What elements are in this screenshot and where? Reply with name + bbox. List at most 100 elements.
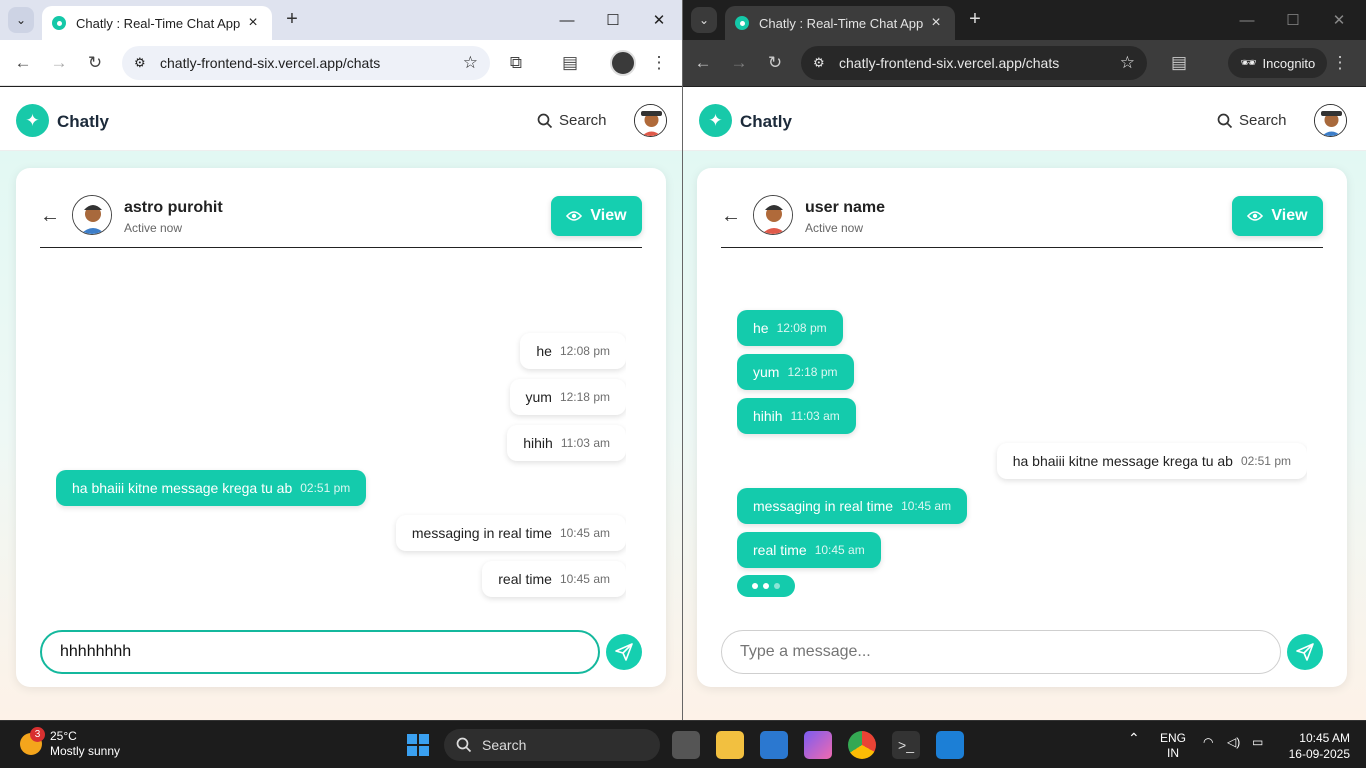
message-time: 10:45 am bbox=[559, 526, 610, 540]
side-panel-icon[interactable]: ▤ bbox=[1166, 50, 1192, 76]
maximize-button[interactable]: ☐ bbox=[590, 0, 636, 40]
tab-strip: ⌄ Chatly : Real-Time Chat App × + — ☐ ✕ bbox=[0, 0, 682, 40]
wifi-icon[interactable]: ◠ bbox=[1203, 735, 1213, 750]
tab-close-icon[interactable]: × bbox=[244, 14, 262, 32]
extensions-icon[interactable]: ⧉ bbox=[503, 50, 529, 76]
volume-icon[interactable]: ◁) bbox=[1227, 735, 1240, 750]
message-bubble: real time 10:45 am bbox=[737, 532, 881, 568]
forward-button[interactable]: → bbox=[46, 50, 72, 76]
maximize-button[interactable]: ☐ bbox=[1270, 0, 1316, 40]
back-button[interactable]: ← bbox=[690, 50, 716, 76]
chatly-logo-icon[interactable]: ✦ bbox=[16, 104, 49, 137]
message-input[interactable] bbox=[721, 630, 1281, 674]
chrome-icon[interactable] bbox=[848, 731, 876, 759]
search-link[interactable]: Search bbox=[537, 112, 607, 129]
view-profile-button[interactable]: View bbox=[551, 196, 642, 236]
weather-temp: 25°C bbox=[50, 729, 77, 743]
weather-desc: Mostly sunny bbox=[50, 744, 121, 758]
clock-time: 10:45 AM bbox=[1299, 731, 1350, 745]
contact-status: Active now bbox=[124, 221, 183, 235]
battery-icon[interactable]: ▭ bbox=[1252, 735, 1263, 750]
send-button[interactable] bbox=[1287, 634, 1323, 670]
search-icon bbox=[537, 113, 553, 128]
side-panel-icon[interactable]: ▤ bbox=[557, 50, 583, 76]
taskbar-search[interactable]: Search bbox=[444, 729, 660, 761]
app-viewport: ✦ Chatly Search ← astro purohit Active n… bbox=[0, 87, 682, 720]
language-indicator[interactable]: ENG IN bbox=[1160, 731, 1186, 761]
browser-toolbar: ← → ↻ ⚙ chatly-frontend-six.vercel.app/c… bbox=[683, 40, 1366, 86]
site-info-icon[interactable]: ⚙ bbox=[134, 55, 160, 71]
search-label: Search bbox=[559, 112, 607, 129]
terminal-icon[interactable]: >_ bbox=[892, 731, 920, 759]
browser-tab[interactable]: Chatly : Real-Time Chat App × bbox=[42, 6, 272, 40]
close-window-button[interactable]: ✕ bbox=[636, 0, 682, 40]
reload-button[interactable]: ↻ bbox=[82, 50, 108, 76]
profile-avatar[interactable] bbox=[610, 50, 636, 76]
app-viewport: ✦ Chatly Search ← user name Active now V bbox=[683, 87, 1366, 720]
message-text: he bbox=[753, 320, 769, 336]
chevron-up-icon[interactable]: ⌃ bbox=[1128, 731, 1140, 746]
forward-button[interactable]: → bbox=[726, 50, 752, 76]
message-bubble: yum 12:18 pm bbox=[509, 379, 626, 415]
back-button[interactable]: ← bbox=[10, 50, 36, 76]
send-button[interactable] bbox=[606, 634, 642, 670]
message-time: 11:03 am bbox=[560, 436, 610, 450]
minimize-button[interactable]: — bbox=[544, 0, 590, 40]
microsoft-store-icon[interactable] bbox=[760, 731, 788, 759]
message-bubble: ha bhaiii kitne message krega tu ab 02:51… bbox=[996, 443, 1307, 479]
menu-kebab-icon[interactable]: ⋮ bbox=[1327, 50, 1353, 76]
user-avatar[interactable] bbox=[1314, 104, 1347, 137]
tab-title: Chatly : Real-Time Chat App bbox=[76, 15, 241, 31]
message-time: 12:08 pm bbox=[559, 344, 610, 358]
system-clock[interactable]: 10:45 AM 16-09-2025 bbox=[1289, 730, 1350, 762]
message-text: hihih bbox=[523, 435, 553, 451]
file-explorer-icon[interactable] bbox=[716, 731, 744, 759]
eye-icon bbox=[1247, 211, 1264, 221]
close-window-button[interactable]: ✕ bbox=[1316, 0, 1362, 40]
incognito-indicator[interactable]: 🕶 Incognito bbox=[1228, 48, 1328, 78]
bookmark-star-icon[interactable]: ☆ bbox=[463, 53, 478, 73]
view-profile-button[interactable]: View bbox=[1232, 196, 1323, 236]
minimize-button[interactable]: — bbox=[1224, 0, 1270, 40]
user-avatar[interactable] bbox=[634, 104, 667, 137]
address-bar[interactable]: ⚙ chatly-frontend-six.vercel.app/chats ☆ bbox=[122, 46, 490, 80]
tab-search-button[interactable]: ⌄ bbox=[8, 7, 34, 33]
app-header: ✦ Chatly Search bbox=[0, 87, 682, 151]
chatly-logo-icon[interactable]: ✦ bbox=[699, 104, 732, 137]
search-link[interactable]: Search bbox=[1217, 112, 1287, 129]
reload-button[interactable]: ↻ bbox=[762, 50, 788, 76]
brand-name: Chatly bbox=[57, 112, 109, 131]
message-text: yum bbox=[753, 364, 780, 380]
message-bubble: he 12:08 pm bbox=[520, 333, 626, 369]
incognito-icon: 🕶 bbox=[1240, 55, 1257, 70]
site-info-icon[interactable]: ⚙ bbox=[813, 55, 839, 71]
address-bar[interactable]: ⚙ chatly-frontend-six.vercel.app/chats ☆ bbox=[801, 46, 1147, 80]
message-input[interactable]: hhhhhhhh bbox=[40, 630, 600, 674]
new-tab-button[interactable]: + bbox=[280, 8, 304, 32]
vscode-icon[interactable] bbox=[936, 731, 964, 759]
message-time: 12:08 pm bbox=[776, 321, 827, 335]
message-time: 10:45 am bbox=[901, 499, 952, 513]
new-tab-button[interactable]: + bbox=[963, 8, 987, 32]
view-label: View bbox=[590, 207, 627, 224]
back-arrow-icon[interactable]: ← bbox=[40, 205, 60, 228]
back-arrow-icon[interactable]: ← bbox=[721, 205, 741, 228]
url-text: chatly-frontend-six.vercel.app/chats bbox=[160, 55, 381, 71]
typing-indicator bbox=[737, 575, 795, 597]
lang-top: ENG bbox=[1160, 731, 1187, 745]
bookmark-star-icon[interactable]: ☆ bbox=[1120, 53, 1135, 73]
message-bubble: ha bhaiii kitne message krega tu ab 02:51… bbox=[56, 470, 367, 506]
browser-window-right: ⌄ Chatly : Real-Time Chat App × + — ☐ ✕ … bbox=[683, 0, 1366, 720]
send-icon bbox=[615, 643, 633, 661]
tab-search-button[interactable]: ⌄ bbox=[691, 7, 717, 33]
message-time: 12:18 pm bbox=[559, 390, 610, 404]
message-text: yum bbox=[525, 389, 552, 405]
start-windows-icon[interactable] bbox=[404, 731, 432, 759]
menu-kebab-icon[interactable]: ⋮ bbox=[646, 50, 672, 76]
copilot-icon[interactable] bbox=[804, 731, 832, 759]
browser-tab[interactable]: Chatly : Real-Time Chat App × bbox=[725, 6, 955, 40]
message-time: 10:45 am bbox=[559, 572, 610, 586]
task-view-icon[interactable] bbox=[672, 731, 700, 759]
tab-close-icon[interactable]: × bbox=[927, 14, 945, 32]
taskbar: 25°C Mostly sunny 3 Search >_ ⌃ ENG IN ◠… bbox=[0, 720, 1366, 768]
